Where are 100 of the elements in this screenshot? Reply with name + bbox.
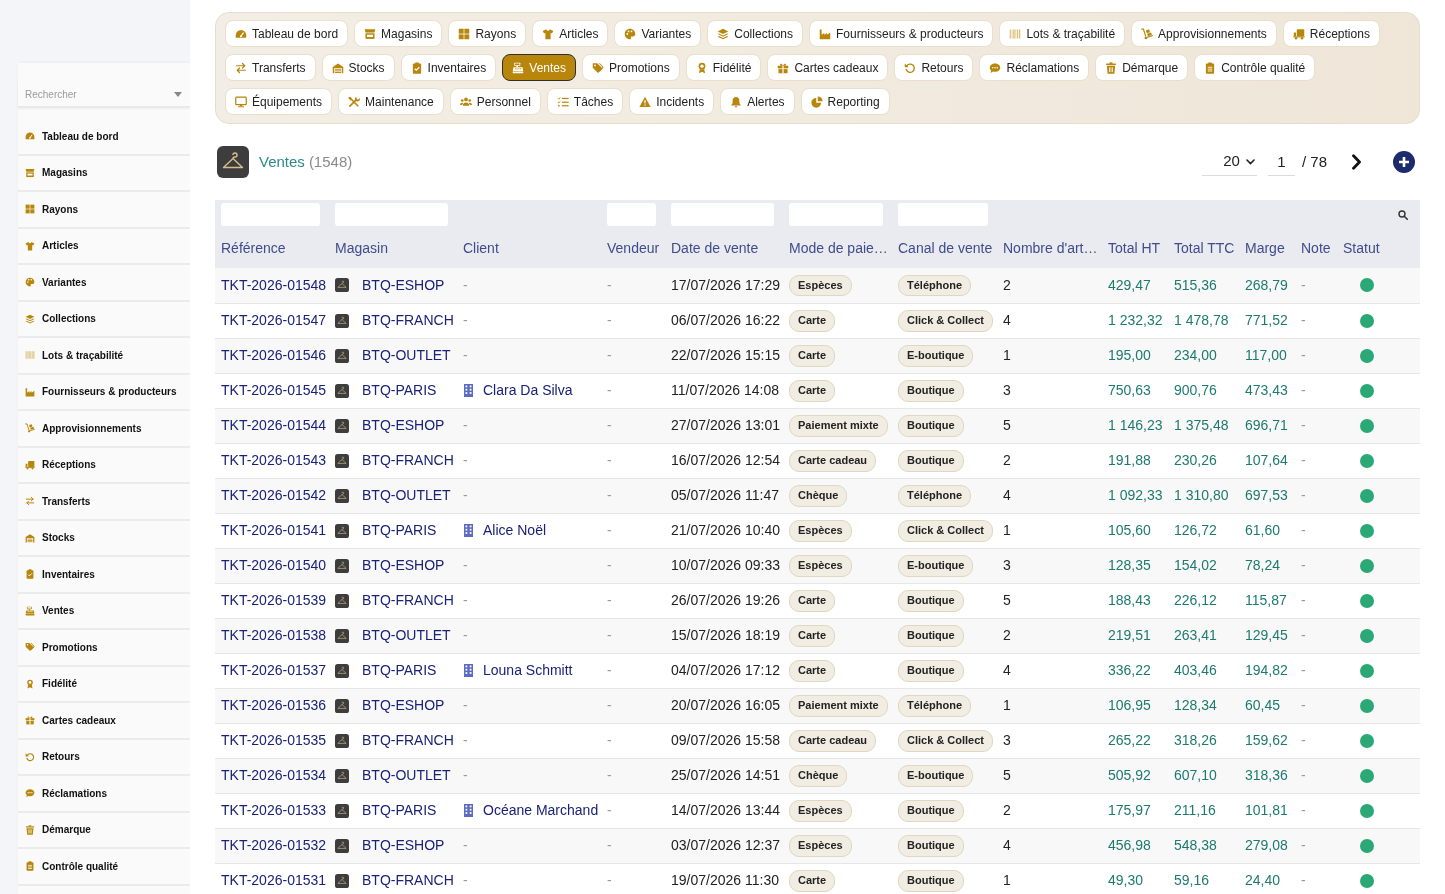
store-link[interactable]: BTQ-OUTLET [362, 625, 451, 646]
nav-button[interactable]: Transferts [225, 54, 316, 81]
column-header[interactable]: Mode de paie… [783, 229, 892, 268]
column-header[interactable]: Magasin [329, 229, 457, 268]
nav-button[interactable]: Stocks [321, 54, 395, 81]
nav-button[interactable]: Inventaires [400, 54, 497, 81]
column-header[interactable]: Référence [215, 229, 329, 268]
empty-value: - [607, 662, 612, 678]
store-link[interactable]: BTQ-ESHOP [362, 835, 445, 856]
nav-button[interactable]: Collections [707, 20, 803, 47]
column-header[interactable]: Note [1295, 229, 1337, 268]
search-icon[interactable] [1398, 210, 1408, 221]
payment-method-tag: Carte [789, 310, 836, 332]
nav-button[interactable]: Lots & traçabilité [999, 20, 1126, 47]
store-link[interactable]: BTQ-FRANCH [362, 870, 454, 891]
nav-button[interactable]: Fournisseurs & producteurs [809, 20, 994, 47]
store-link[interactable]: BTQ-PARIS [362, 520, 437, 541]
store-link[interactable]: BTQ-ESHOP [362, 695, 445, 716]
store-link[interactable]: BTQ-PARIS [362, 800, 437, 821]
nav-button[interactable]: Cartes cadeaux [767, 54, 889, 81]
store-link[interactable]: BTQ-FRANCH [362, 310, 454, 331]
nav-button[interactable]: Approvisionnements [1131, 20, 1277, 47]
nav-button[interactable]: Variantes [614, 20, 702, 47]
sale-reference-link[interactable]: TKT-2026-01539 [221, 592, 327, 608]
store-link[interactable]: BTQ-FRANCH [362, 590, 454, 611]
sale-reference-link[interactable]: TKT-2026-01541 [221, 522, 327, 538]
nav-button[interactable]: Reporting [800, 88, 890, 115]
column-header[interactable]: Total HT [1102, 229, 1168, 268]
column-header[interactable]: Vendeur [601, 229, 665, 268]
nav-button[interactable]: Maintenance [338, 88, 444, 115]
item-count: 4 [1003, 312, 1011, 328]
store-link[interactable]: BTQ-OUTLET [362, 485, 451, 506]
sale-reference-link[interactable]: TKT-2026-01547 [221, 312, 327, 328]
nav-button[interactable]: Articles [532, 20, 609, 47]
nav-button[interactable]: Alertes [720, 88, 795, 115]
total-incl-tax: 128,34 [1174, 697, 1217, 713]
column-header[interactable]: Total TTC [1168, 229, 1239, 268]
sale-reference-link[interactable]: TKT-2026-01534 [221, 767, 327, 783]
column-header[interactable]: Date de vente [665, 229, 783, 268]
sale-reference-link[interactable]: TKT-2026-01533 [221, 802, 327, 818]
nav-button[interactable]: Incidents [629, 88, 715, 115]
empty-value: - [607, 452, 612, 468]
nav-button[interactable]: Personnel [449, 88, 541, 115]
store-link[interactable]: BTQ-PARIS [362, 380, 437, 401]
empty-value: - [607, 276, 612, 293]
column-header[interactable]: Canal de vente [892, 229, 997, 268]
sale-reference-link[interactable]: TKT-2026-01538 [221, 627, 327, 643]
sale-reference-link[interactable]: TKT-2026-01545 [221, 382, 327, 398]
sale-reference-link[interactable]: TKT-2026-01535 [221, 732, 327, 748]
sale-reference-link[interactable]: TKT-2026-01542 [221, 487, 327, 503]
store-link[interactable]: BTQ-FRANCH [362, 450, 454, 471]
column-header[interactable]: Statut [1337, 229, 1420, 268]
sale-reference-link[interactable]: TKT-2026-01544 [221, 417, 327, 433]
nav-button[interactable]: Réclamations [979, 54, 1090, 81]
store-link[interactable]: BTQ-OUTLET [362, 345, 451, 366]
column-header[interactable]: Marge [1239, 229, 1295, 268]
sale-reference-link[interactable]: TKT-2026-01540 [221, 557, 327, 573]
store-link[interactable]: BTQ-PARIS [362, 660, 437, 681]
nav-button[interactable]: Équipements [225, 88, 333, 115]
store-link[interactable]: BTQ-ESHOP [362, 555, 445, 576]
gauge-icon [25, 131, 35, 142]
client-link[interactable]: Océane Marchand [483, 800, 599, 821]
page-size-select[interactable]: 20 [1201, 148, 1257, 176]
nav-button[interactable]: Démarque [1095, 54, 1189, 81]
item-count: 3 [1003, 382, 1011, 398]
store-link[interactable]: BTQ-ESHOP [362, 415, 445, 436]
caret-down-icon[interactable] [174, 91, 182, 97]
column-header[interactable]: Client [457, 229, 601, 268]
sale-reference-link[interactable]: TKT-2026-01532 [221, 837, 327, 853]
nav-button[interactable]: Retours [894, 54, 974, 81]
sale-reference-link[interactable]: TKT-2026-01546 [221, 347, 327, 363]
empty-value: - [1301, 662, 1306, 678]
nav-button[interactable]: Tâches [546, 88, 624, 115]
nav-button[interactable]: Rayons [448, 20, 527, 47]
sale-reference-link[interactable]: TKT-2026-01543 [221, 452, 327, 468]
add-button[interactable] [1393, 151, 1415, 173]
nav-button[interactable]: Tableau de bord [225, 20, 349, 47]
client-link[interactable]: Alice Noël [483, 520, 547, 541]
empty-value: - [1301, 732, 1306, 748]
page-input[interactable]: 1 [1267, 148, 1295, 176]
nav-button[interactable]: Fidélité [685, 54, 762, 81]
empty-value: - [1301, 347, 1306, 363]
nav-button[interactable]: Promotions [582, 54, 680, 81]
next-page-button[interactable] [1351, 154, 1362, 170]
nav-button[interactable]: Contrôle qualité [1194, 54, 1316, 81]
store-link[interactable]: BTQ-FRANCH [362, 730, 454, 751]
sale-reference-link[interactable]: TKT-2026-01537 [221, 662, 327, 678]
nav-button[interactable]: Magasins [354, 20, 443, 47]
total-excl-tax: 219,51 [1108, 627, 1151, 643]
client-link[interactable]: Clara Da Silva [483, 380, 573, 401]
sale-reference-link[interactable]: TKT-2026-01548 [221, 276, 327, 293]
tags-icon [25, 642, 35, 653]
sidebar-search-field[interactable]: Rechercher [25, 87, 174, 101]
store-link[interactable]: BTQ-OUTLET [362, 765, 451, 786]
sale-reference-link[interactable]: TKT-2026-01536 [221, 697, 327, 713]
client-link[interactable]: Louna Schmitt [483, 660, 573, 681]
store-link[interactable]: BTQ-ESHOP [362, 274, 445, 296]
nav-button[interactable]: Réceptions [1282, 20, 1380, 47]
sale-reference-link[interactable]: TKT-2026-01531 [221, 872, 327, 888]
column-header[interactable]: Nombre d'art… [997, 229, 1102, 268]
